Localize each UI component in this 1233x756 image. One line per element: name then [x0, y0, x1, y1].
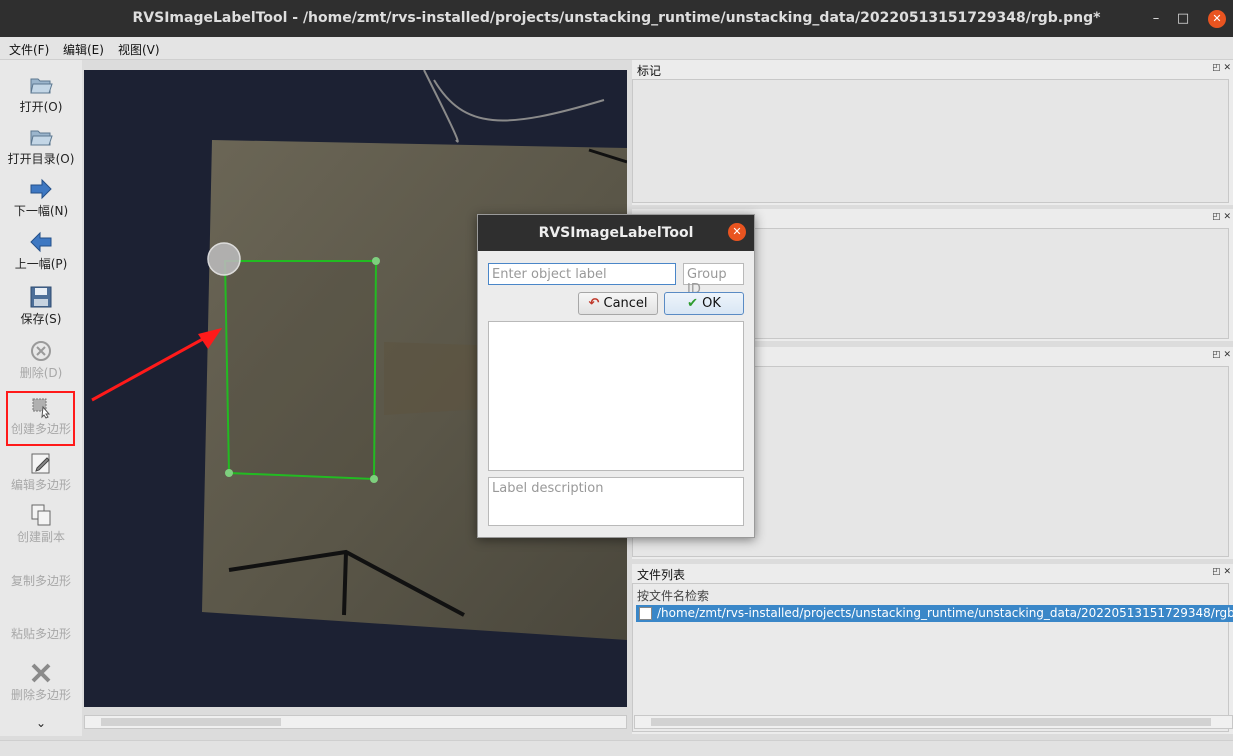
close-window-button[interactable]: ✕	[1208, 10, 1226, 28]
ok-label: OK	[702, 296, 721, 311]
group-id-input[interactable]: Group ID	[683, 263, 744, 297]
window-title: RVSImageLabelTool - /home/zmt/rvs-instal…	[132, 10, 1101, 26]
maximize-button[interactable]: □	[1174, 10, 1192, 28]
open-dir-label: 打开目录(O)	[7, 152, 75, 166]
edit-polygon-label: 编辑多边形	[10, 478, 71, 492]
dialog-title: RVSImageLabelTool	[538, 225, 694, 241]
labels-panel-title: 标记	[637, 64, 662, 78]
label-dialog: RVSImageLabelTool ✕ Enter object label G…	[477, 214, 755, 538]
copy-polygon-label: 复制多边形	[10, 574, 71, 588]
panel-float-close-icons[interactable]: ◰ ✕	[1212, 567, 1231, 577]
arrow-right-icon	[30, 178, 52, 200]
label-list[interactable]	[488, 321, 744, 471]
cancel-label: Cancel	[603, 296, 648, 311]
delete-polygon-label: 删除多边形	[10, 688, 71, 702]
delete-circle-icon	[31, 341, 51, 361]
status-bar	[0, 740, 1233, 756]
folder-icon	[30, 130, 53, 146]
scrollbar-thumb[interactable]	[651, 718, 1211, 726]
polygon-start-point[interactable]	[207, 242, 241, 276]
file-search-field[interactable]: 按文件名检索	[637, 587, 709, 604]
copy-polygon-button[interactable]: 复制多边形	[0, 572, 82, 589]
panel-float-close-icons[interactable]: ◰ ✕	[1212, 212, 1231, 222]
open-button[interactable]: 打开(O)	[0, 72, 82, 115]
prev-image-button[interactable]: 上一幅(P)	[0, 229, 82, 272]
file-list-title: 文件列表	[637, 568, 686, 582]
cancel-button[interactable]: ↶ Cancel	[578, 292, 658, 315]
menu-file[interactable]: 文件(F)	[9, 41, 49, 58]
delete-label: 删除(D)	[19, 366, 63, 380]
file-list-item[interactable]: /home/zmt/rvs-installed/projects/unstack…	[636, 605, 1233, 622]
save-label: 保存(S)	[20, 312, 62, 326]
canvas-horizontal-scrollbar[interactable]	[84, 715, 627, 729]
prev-image-label: 上一幅(P)	[14, 257, 68, 271]
object-label-input[interactable]: Enter object label	[488, 263, 676, 285]
paste-polygon-label: 粘贴多边形	[10, 627, 71, 641]
menu-edit[interactable]: 编辑(E)	[63, 41, 104, 58]
panel-float-close-icons[interactable]: ◰ ✕	[1212, 350, 1231, 360]
polygon-vertex[interactable]	[372, 257, 380, 265]
file-list-horizontal-scrollbar[interactable]	[634, 715, 1233, 729]
toolbar-more-button[interactable]: ⌄	[0, 716, 82, 730]
file-path: /home/zmt/rvs-installed/projects/unstack…	[657, 606, 1233, 620]
arrow-left-icon	[30, 231, 52, 253]
labels-list[interactable]	[632, 79, 1229, 203]
ok-button[interactable]: ✔ OK	[664, 292, 744, 315]
copy-icon	[31, 504, 51, 526]
save-button[interactable]: 保存(S)	[0, 284, 82, 327]
polygon-vertex[interactable]	[225, 469, 233, 477]
delete-button[interactable]: 删除(D)	[0, 338, 82, 381]
open-dir-button[interactable]: 打开目录(O)	[0, 124, 82, 167]
menu-bar: 文件(F) 编辑(E) 视图(V)	[0, 37, 1233, 60]
file-list-panel: 文件列表 ◰ ✕ 按文件名检索	[632, 564, 1233, 734]
dialog-close-button[interactable]: ✕	[728, 223, 746, 241]
polygon-vertex[interactable]	[370, 475, 378, 483]
dialog-header: RVSImageLabelTool ✕	[478, 215, 754, 251]
create-polygon-highlight	[6, 391, 75, 446]
delete-x-icon	[31, 663, 51, 683]
folder-open-icon	[30, 78, 53, 94]
minimize-button[interactable]: –	[1147, 10, 1165, 28]
create-copy-label: 创建副本	[16, 530, 65, 544]
edit-icon	[31, 453, 50, 474]
create-copy-button[interactable]: 创建副本	[0, 502, 82, 545]
scrollbar-thumb[interactable]	[101, 718, 281, 726]
panel-float-close-icons[interactable]: ◰ ✕	[1212, 63, 1231, 73]
edit-polygon-button[interactable]: 编辑多边形	[0, 450, 82, 493]
floppy-disk-icon	[30, 286, 52, 308]
menu-view[interactable]: 视图(V)	[118, 41, 160, 58]
next-image-button[interactable]: 下一幅(N)	[0, 176, 82, 219]
open-label: 打开(O)	[19, 100, 63, 114]
label-description-input[interactable]: Label description	[488, 477, 744, 526]
undo-arrow-icon: ↶	[588, 296, 600, 311]
paste-polygon-button[interactable]: 粘贴多边形	[0, 625, 82, 642]
delete-polygon-button[interactable]: 删除多边形	[0, 660, 82, 703]
title-bar: RVSImageLabelTool - /home/zmt/rvs-instal…	[0, 0, 1233, 37]
polygon-shape[interactable]	[223, 260, 378, 481]
file-checkbox[interactable]	[639, 607, 652, 620]
labels-panel: 标记 ◰ ✕	[632, 60, 1233, 205]
next-image-label: 下一幅(N)	[13, 204, 69, 218]
checkmark-icon: ✔	[687, 296, 698, 311]
